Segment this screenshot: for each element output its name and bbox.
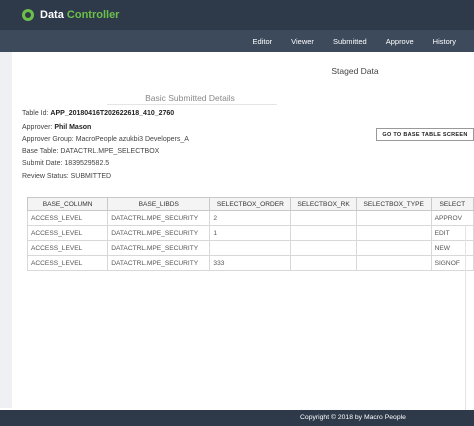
- table-cell[interactable]: [209, 240, 292, 256]
- footer: Copyright © 2018 by Macro People: [0, 410, 474, 426]
- table-cell[interactable]: ACCESS_LEVEL: [26, 255, 109, 271]
- table-cell[interactable]: [355, 240, 432, 256]
- column-header-selectbox-type[interactable]: SELECTBOX_TYPE: [355, 197, 432, 211]
- table-cell[interactable]: [290, 210, 357, 226]
- table-cell[interactable]: APPROV: [430, 210, 474, 226]
- table-row[interactable]: ACCESS_LEVEL DATACTRL.MPE_SECURITY 333 S…: [26, 255, 474, 271]
- table-cell[interactable]: ACCESS_LEVEL: [26, 210, 109, 226]
- column-header-select[interactable]: SELECT: [430, 197, 474, 211]
- table-cell[interactable]: 2: [209, 210, 292, 226]
- column-header-selectbox-rk[interactable]: SELECTBOX_RK: [290, 197, 357, 211]
- staged-data-table: BASE_COLUMN BASE_LIBDS SELECTBOX_ORDER S…: [26, 197, 474, 271]
- table-row[interactable]: ACCESS_LEVEL DATACTRL.MPE_SECURITY 2 APP…: [26, 210, 474, 226]
- table-cell[interactable]: [355, 225, 432, 241]
- table-cell[interactable]: NEW: [430, 240, 474, 256]
- scroll-divider: [465, 225, 466, 410]
- table-cell[interactable]: [355, 255, 432, 271]
- table-cell[interactable]: 1: [209, 225, 292, 241]
- column-header-selectbox-order[interactable]: SELECTBOX_ORDER: [209, 197, 292, 211]
- table-cell[interactable]: 333: [209, 255, 292, 271]
- table-header-row: BASE_COLUMN BASE_LIBDS SELECTBOX_ORDER S…: [26, 197, 474, 211]
- table-cell[interactable]: ACCESS_LEVEL: [26, 240, 109, 256]
- table-cell[interactable]: [290, 240, 357, 256]
- table-clip: BASE_COLUMN BASE_LIBDS SELECTBOX_ORDER S…: [0, 0, 474, 426]
- table-cell[interactable]: DATACTRL.MPE_SECURITY: [107, 255, 211, 271]
- table-cell[interactable]: ACCESS_LEVEL: [26, 225, 109, 241]
- table-cell[interactable]: DATACTRL.MPE_SECURITY: [107, 225, 211, 241]
- column-header-base-column[interactable]: BASE_COLUMN: [26, 197, 109, 211]
- table-cell[interactable]: [355, 210, 432, 226]
- column-header-base-libds[interactable]: BASE_LIBDS: [107, 197, 211, 211]
- table-cell[interactable]: [290, 255, 357, 271]
- table-cell[interactable]: DATACTRL.MPE_SECURITY: [107, 210, 211, 226]
- table-cell[interactable]: [290, 225, 357, 241]
- table-cell[interactable]: EDIT: [430, 225, 474, 241]
- footer-copyright: Copyright © 2018 by Macro People: [300, 414, 406, 421]
- table-row[interactable]: ACCESS_LEVEL DATACTRL.MPE_SECURITY NEW: [26, 240, 474, 256]
- table-cell[interactable]: DATACTRL.MPE_SECURITY: [107, 240, 211, 256]
- table-cell[interactable]: SIGNOF: [430, 255, 474, 271]
- table-row[interactable]: ACCESS_LEVEL DATACTRL.MPE_SECURITY 1 EDI…: [26, 225, 474, 241]
